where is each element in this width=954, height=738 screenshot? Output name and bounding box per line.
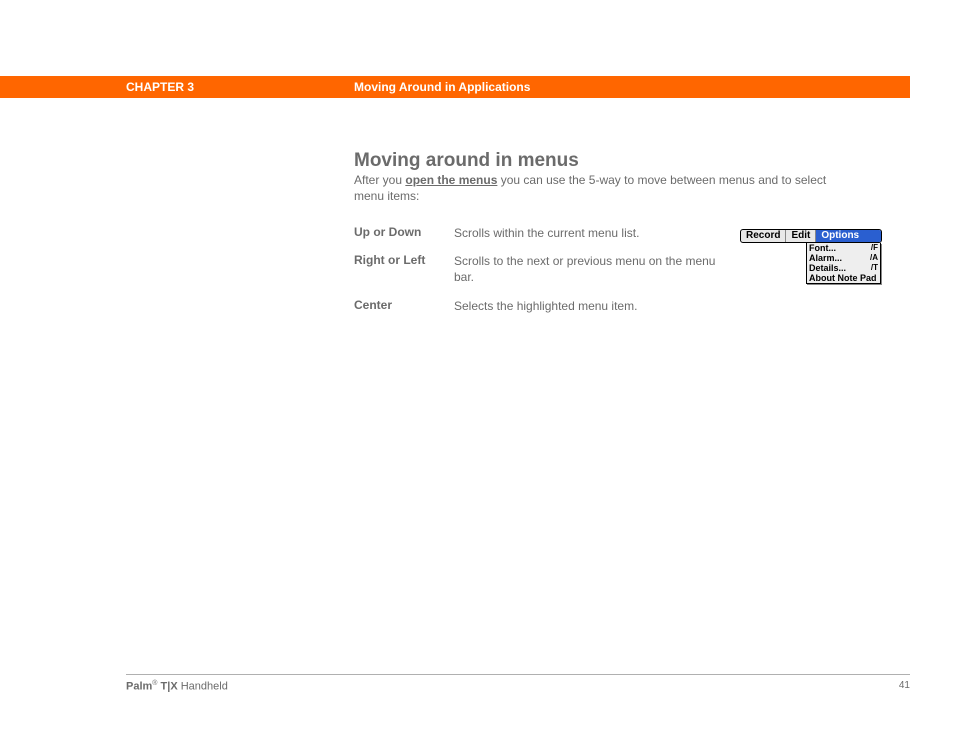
figure-menu-item-label: Details... [809,263,846,273]
definition-term: Up or Down [354,225,454,241]
figure-menu-item-label: Font... [809,243,836,253]
figure-menu-item-hint: /T [871,263,878,273]
figure-menubar-tab: Record [741,230,786,242]
definition-row: Center Selects the highlighted menu item… [354,298,734,314]
figure-menubar-tab: Edit [786,230,816,242]
footer-product: Palm® T|X Handheld [126,680,228,693]
registered-icon: ® [152,680,157,687]
figure-menu-item-hint: /F [871,243,878,253]
section-heading: Moving around in menus [354,150,579,172]
figure-menu-item: Alarm... /A [807,253,880,263]
figure-menu-item-hint: /A [870,253,878,263]
definition-row: Up or Down Scrolls within the current me… [354,225,734,241]
intro-text-before: After you [354,173,405,187]
footer-model: T|X [161,681,178,693]
footer-brand: Palm [126,681,152,693]
definition-list: Up or Down Scrolls within the current me… [354,225,734,326]
definition-desc: Scrolls within the current menu list. [454,225,734,241]
figure-menubar: Record Edit Options [740,229,882,243]
figure-menu-item: Font... /F [807,243,880,253]
open-menus-link[interactable]: open the menus [405,173,497,187]
chapter-title: Moving Around in Applications [354,80,530,94]
definition-term: Right or Left [354,253,454,285]
figure-menu-item-label: About Note Pad [809,273,877,283]
footer-rule [126,674,910,675]
chapter-header-bar: CHAPTER 3 Moving Around in Applications [0,76,910,98]
figure-menu-item: Details... /T [807,263,880,273]
figure-menubar-tab-selected: Options [816,230,881,242]
definition-desc: Selects the highlighted menu item. [454,298,734,314]
definition-desc: Scrolls to the next or previous menu on … [454,253,734,285]
footer-suffix: Handheld [181,681,228,693]
intro-paragraph: After you open the menus you can use the… [354,172,854,204]
definition-term: Center [354,298,454,314]
chapter-label: CHAPTER 3 [126,80,194,94]
figure-menu-item-label: Alarm... [809,253,842,263]
menu-figure: Record Edit Options Font... /F Alarm... … [740,229,882,284]
definition-row: Right or Left Scrolls to the next or pre… [354,253,734,285]
document-page: CHAPTER 3 Moving Around in Applications … [0,0,954,738]
figure-menu-item: About Note Pad [807,273,880,283]
figure-dropdown: Font... /F Alarm... /A Details... /T Abo… [806,243,881,284]
page-number: 41 [899,680,910,691]
